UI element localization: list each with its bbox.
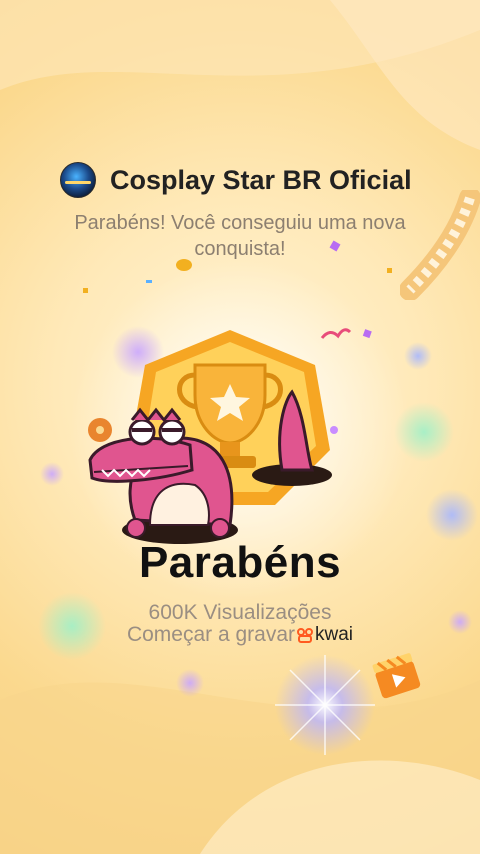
sparkle-icon	[275, 655, 375, 755]
achievement-artwork	[88, 330, 332, 544]
kwai-logo-icon: kwai	[297, 624, 353, 646]
start-recording-label: Começar a gravar	[126, 623, 296, 646]
start-recording-link[interactable]: Começar a gravar kwai	[0, 623, 480, 647]
kwai-brand-text: kwai	[315, 624, 354, 645]
views-count: 600K Visualizações	[148, 601, 332, 624]
account-header: Cosplay Star BR Oficial	[60, 158, 440, 202]
achievement-subtitle: Parabéns! Você conseguiu uma nova conqui…	[74, 212, 406, 260]
achievement-title: Parabéns	[138, 538, 342, 587]
account-name[interactable]: Cosplay Star BR Oficial	[110, 165, 412, 196]
account-avatar-icon[interactable]	[60, 162, 96, 198]
